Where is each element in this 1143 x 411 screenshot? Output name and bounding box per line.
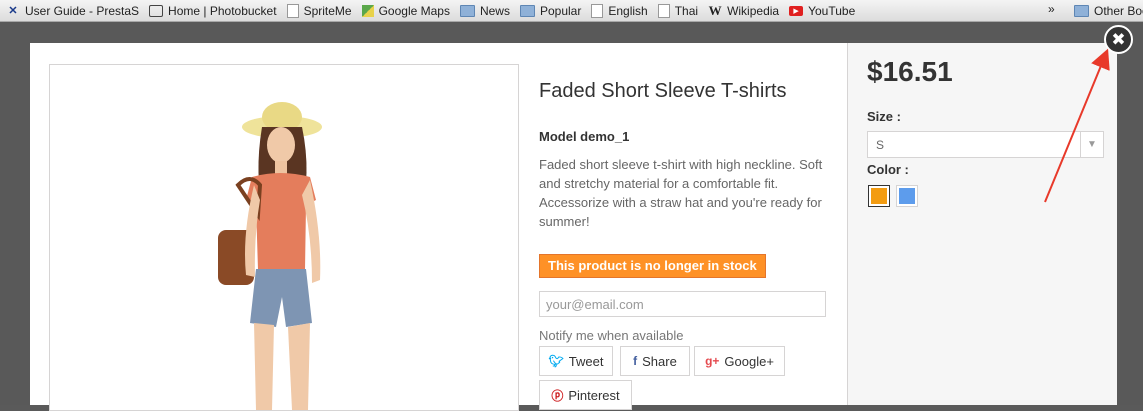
annotation-arrow bbox=[1044, 48, 1110, 203]
